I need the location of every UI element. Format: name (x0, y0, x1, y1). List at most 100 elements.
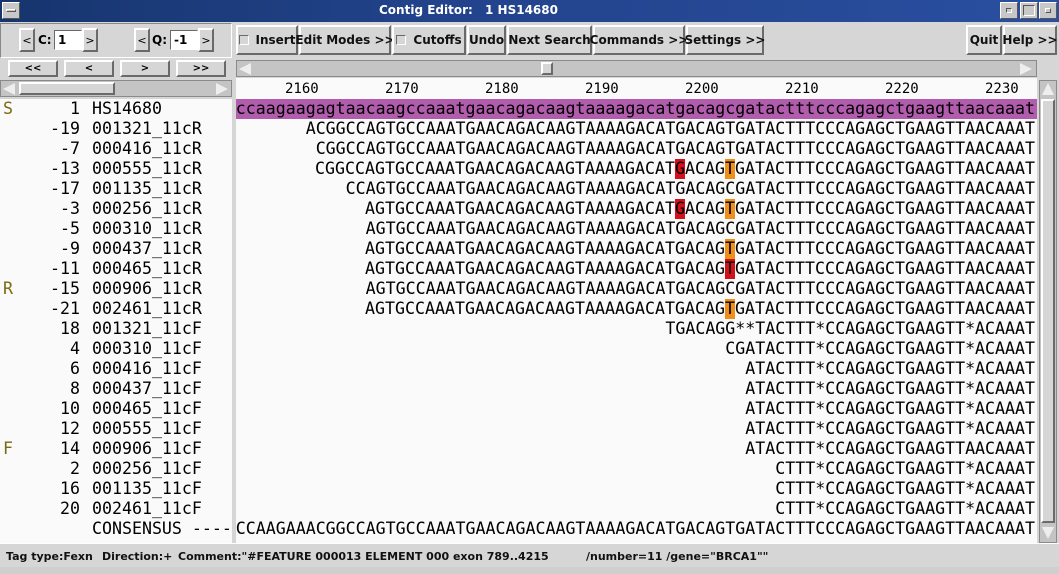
base: T (945, 199, 955, 218)
next-search-button[interactable]: Next Search (507, 25, 592, 55)
reading-name-row[interactable]: 20 002461_11cF (0, 499, 232, 519)
scroll-left-icon[interactable] (239, 63, 251, 75)
reading-sequence-row[interactable]: AGTGCCAAATGAACAGACAAGTAAAAGACATGACAGTGAT… (236, 259, 1037, 279)
reading-sequence-row[interactable]: AGTGCCAAATGAACAGACAAGTAAAAGACATGACAGTGAT… (236, 239, 1037, 259)
reading-name-row[interactable]: -11 000465_11cR (0, 259, 232, 279)
names-hscroll-thumb[interactable] (19, 82, 115, 95)
reading-name-row[interactable]: -5 000310_11cR (0, 219, 232, 239)
minimize-button[interactable] (1000, 2, 1018, 19)
edit-modes-button[interactable]: Edit Modes >> (295, 25, 395, 55)
reading-name-row[interactable]: S 1 HS14680 (0, 99, 232, 119)
nav-prev-button[interactable]: < (64, 60, 114, 77)
c-decrement-button[interactable]: < (19, 28, 35, 52)
reading-name-row[interactable]: -21 002461_11cR (0, 299, 232, 319)
scroll-down-icon[interactable] (1042, 527, 1054, 539)
close-button[interactable] (1039, 2, 1057, 19)
reading-sequence-row[interactable]: CTTT*CCAGAGCTGAAGTT*ACAAAT (236, 479, 1037, 499)
reading-sequence-row[interactable]: ATACTTT*CCAGAGCTGAAGTT*ACAAAT (236, 399, 1037, 419)
reading-sequence-row[interactable]: CGATACTTT*CCAGAGCTGAAGTT*ACAAAT (236, 339, 1037, 359)
base: A (635, 239, 645, 258)
reading-sequence-row[interactable]: CGGCCAGTGCCAAATGAACAGACAAGTAAAAGACATGACA… (236, 159, 1037, 179)
reading-sequence-row[interactable]: AGTGCCAAATGAACAGACAAGTAAAAGACATGACAGCGAT… (236, 219, 1037, 239)
reading-sequence-row[interactable]: AGTGCCAAATGAACAGACAAGTAAAAGACATGACAGCGAT… (236, 279, 1037, 299)
reading-names-panel[interactable]: S 1 HS14680 -19 001321_11cR -7 000416_11cR -13 0… (0, 99, 232, 543)
scroll-up-icon[interactable] (1042, 83, 1054, 95)
nav-first-button[interactable]: << (8, 60, 58, 77)
sequence-text: TGACAGG**TACTTT*CCAGAGCTGAAGTT*ACAAAT (665, 319, 1035, 338)
base: A (485, 299, 495, 318)
q-input[interactable]: -1 (170, 30, 198, 50)
base: C (835, 239, 845, 258)
insert-toggle[interactable]: Insert (236, 25, 298, 55)
reading-sequence-row[interactable]: ACGGCCAGTGCCAAATGAACAGACAAGTAAAAGACATGAC… (236, 119, 1037, 139)
reading-name-row[interactable]: 8 000437_11cF (0, 379, 232, 399)
reading-name-row[interactable]: 4 000310_11cF (0, 339, 232, 359)
nav-next-button[interactable]: > (120, 60, 170, 77)
reading-name-row[interactable]: CONSENSUS ---- (0, 519, 232, 539)
base: G (625, 299, 635, 318)
help-button[interactable]: Help >> (1002, 25, 1058, 55)
scroll-right-icon[interactable] (1020, 63, 1032, 75)
sequence-panel[interactable]: ccaagaagagtaacaagccaaatgaacagacaagtaaaag… (236, 99, 1037, 543)
scroll-left-icon[interactable] (3, 83, 15, 95)
reading-name-row[interactable]: 16 001135_11cF (0, 479, 232, 499)
settings-button[interactable]: Settings >> (685, 25, 765, 55)
q-increment-button[interactable]: > (198, 28, 214, 52)
consensus-row[interactable]: CCAAGAAACGGCCAGTGCCAAATGAACAGACAAGTAAAAG… (236, 519, 1037, 539)
reading-name-row[interactable]: 18 001321_11cF (0, 319, 232, 339)
sequence-vscroll-thumb[interactable] (1041, 99, 1055, 523)
cutoffs-toggle[interactable]: Cutoffs (392, 25, 466, 55)
reading-name-row[interactable]: F 14 000906_11cF (0, 439, 232, 459)
commands-button[interactable]: Commands >> (590, 25, 688, 55)
reading-sequence-row[interactable]: TGACAGG**TACTTT*CCAGAGCTGAAGTT*ACAAAT (236, 319, 1037, 339)
reading-sequence-row[interactable]: ATACTTT*CCAGAGCTGAAGTT*ACAAAT (236, 419, 1037, 439)
maximize-button[interactable] (1020, 2, 1038, 19)
reading-name-row[interactable]: -13 000555_11cR (0, 159, 232, 179)
reading-sequence-row[interactable]: CCAGTGCCAAATGAACAGACAAGTAAAAGACATGACAGCG… (236, 179, 1037, 199)
reading-sequence-row[interactable]: ATACTTT*CCAGAGCTGAAGTT*ACAAAT (236, 359, 1037, 379)
undo-button[interactable]: Undo (467, 25, 506, 55)
reading-name-row[interactable]: -9 000437_11cR (0, 239, 232, 259)
base: A (845, 199, 855, 218)
base: T (1025, 299, 1035, 318)
reading-name: 000555_11cF (92, 419, 202, 438)
reading-name-row[interactable]: -3 000256_11cR (0, 199, 232, 219)
reading-sequence-row[interactable]: CTTT*CCAGAGCTGAAGTT*ACAAAT (236, 459, 1037, 479)
reading-sequence-row[interactable]: AGTGCCAAATGAACAGACAAGTAAAAGACATGACAGTGAT… (236, 199, 1037, 219)
base: T (755, 159, 765, 178)
reading-name-row[interactable]: 6 000416_11cF (0, 359, 232, 379)
reading-name-row[interactable]: R -15 000906_11cR (0, 279, 232, 299)
reading-name-row[interactable]: -17 001135_11cR (0, 179, 232, 199)
base: G (875, 159, 885, 178)
reading-name-row[interactable]: -19 001321_11cR (0, 119, 232, 139)
base: T (785, 259, 795, 278)
reading-name: 000465_11cF (92, 399, 202, 418)
insert-checkbox[interactable] (238, 35, 249, 45)
base: C (775, 299, 785, 318)
window-menu-button[interactable] (2, 2, 20, 19)
reference-sequence-row[interactable]: ccaagaagagtaacaagccaaatgaacagacaagtaaaag… (236, 99, 1037, 119)
window-title: Contig Editor: (379, 3, 473, 17)
reading-sequence-row[interactable]: CGGCCAGTGCCAAATGAACAGACAAGTAAAAGACATGACA… (236, 139, 1037, 159)
nav-last-button[interactable]: >> (176, 60, 226, 77)
names-hscrollbar[interactable] (0, 80, 232, 97)
cutoffs-checkbox[interactable] (396, 35, 407, 45)
sequence-vscrollbar[interactable] (1039, 80, 1057, 543)
reading-sequence-row[interactable]: AGTGCCAAATGAACAGACAAGTAAAAGACATGACAGTGAT… (236, 299, 1037, 319)
reading-name-row[interactable]: 12 000555_11cF (0, 419, 232, 439)
sequence-hscrollbar[interactable] (236, 60, 1037, 77)
base: A (525, 299, 535, 318)
scroll-right-icon[interactable] (216, 83, 228, 95)
quit-button[interactable]: Quit (966, 25, 1002, 55)
sequence-hscroll-thumb[interactable] (541, 62, 553, 75)
reading-sequence-row[interactable]: CTTT*CCAGAGCTGAAGTT*ACAAAT (236, 499, 1037, 519)
reading-name-row[interactable]: 2 000256_11cF (0, 459, 232, 479)
reading-sequence-row[interactable]: ATACTTT*CCAGAGCTGAAGTT*ACAAAT (236, 379, 1037, 399)
q-decrement-button[interactable]: < (134, 28, 150, 52)
c-increment-button[interactable]: > (82, 28, 98, 52)
c-input[interactable]: 1 (54, 30, 82, 50)
reading-name-row[interactable]: 10 000465_11cF (0, 399, 232, 419)
reading-sequence-row[interactable]: ATACTTT*CCAGAGCTGAAGTTAACAAAT (236, 439, 1037, 459)
reading-name-row[interactable]: -7 000416_11cR (0, 139, 232, 159)
base: G (715, 239, 725, 258)
